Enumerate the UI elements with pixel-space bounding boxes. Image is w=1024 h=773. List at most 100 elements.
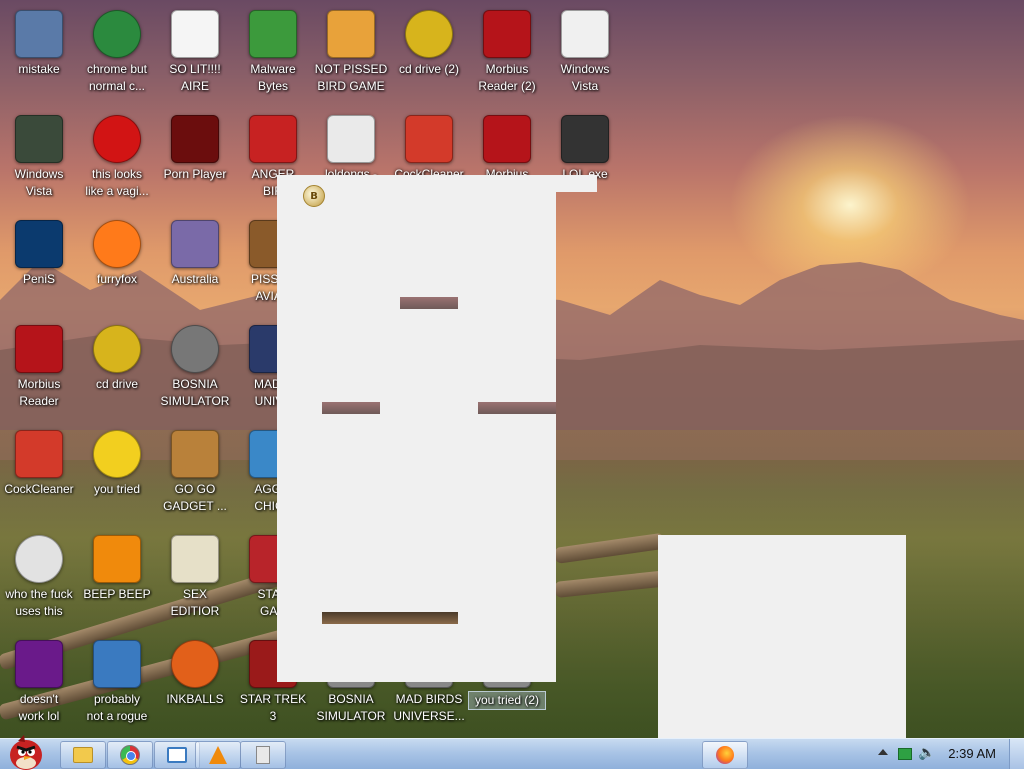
star-icon bbox=[93, 430, 141, 478]
blank-window-app-icon: B bbox=[303, 185, 325, 207]
desktop-icon[interactable]: BEEP BEEP bbox=[78, 531, 156, 631]
render-glitch-strip bbox=[478, 402, 556, 414]
pdf-icon bbox=[15, 325, 63, 373]
desktop-icon[interactable]: BOSNIA SIMULATOR bbox=[156, 321, 234, 421]
desktop-icon-label: PeniS bbox=[22, 272, 56, 286]
blank-popup-window[interactable] bbox=[658, 535, 906, 740]
chrome-icon bbox=[93, 10, 141, 58]
desktop-icon-label: Morbius Reader bbox=[17, 377, 61, 408]
desktop-icon[interactable]: PeniS bbox=[0, 216, 78, 316]
desktop-icon[interactable]: probably not a rogue bbox=[78, 636, 156, 736]
yahoo-messenger-icon bbox=[15, 640, 63, 688]
desktop-icon[interactable]: chrome but normal c... bbox=[78, 6, 156, 106]
desktop-icon[interactable]: this looks like a vagi... bbox=[78, 111, 156, 211]
desktop-icon-label: mistake bbox=[18, 62, 60, 76]
desktop-icon[interactable]: LOL.exe bbox=[546, 111, 624, 211]
desktop-icon[interactable]: NOT PISSED BIRD GAME bbox=[312, 6, 390, 106]
desktop-icon-label: Malware Bytes bbox=[250, 62, 296, 93]
chrome-icon bbox=[120, 745, 140, 765]
desktop-icon[interactable]: GO GO GADGET ... bbox=[156, 426, 234, 526]
desktop-icon-label: who the fuck uses this bbox=[5, 587, 73, 618]
cd-icon bbox=[93, 325, 141, 373]
desktop-icon[interactable]: Windows Vista bbox=[0, 111, 78, 211]
desktop-icon[interactable]: CockCleaner bbox=[0, 426, 78, 526]
ccleaner-icon bbox=[15, 430, 63, 478]
start-button[interactable] bbox=[2, 733, 50, 773]
ccleaner-icon bbox=[405, 115, 453, 163]
taskbar-switch-windows-button[interactable] bbox=[154, 741, 200, 769]
desktop-icon-label: Australia bbox=[171, 272, 219, 286]
vlc-cone-icon bbox=[209, 746, 227, 764]
render-glitch-strip bbox=[322, 402, 380, 414]
blank-document-icon bbox=[561, 10, 609, 58]
desktop-icon-label: cd drive (2) bbox=[398, 62, 460, 76]
taskbar-firefox-button[interactable] bbox=[702, 741, 748, 769]
desktop-icon[interactable]: Malware Bytes bbox=[234, 6, 312, 106]
network-icon[interactable] bbox=[898, 748, 912, 760]
taskbar-chrome-button[interactable] bbox=[107, 741, 153, 769]
desktop-icon[interactable]: doesn't work lol bbox=[0, 636, 78, 736]
desktop-icon-label: BEEP BEEP bbox=[83, 587, 151, 601]
render-glitch-strip bbox=[400, 297, 458, 309]
blank-window[interactable] bbox=[277, 175, 556, 682]
firefox-icon bbox=[93, 220, 141, 268]
angry-bird-icon bbox=[249, 115, 297, 163]
desktop-icon-label: you tried bbox=[93, 482, 141, 496]
desktop-icon[interactable]: Morbius Reader (2) bbox=[468, 6, 546, 106]
desktop-icon[interactable]: mistake bbox=[0, 6, 78, 106]
photoshop-icon bbox=[15, 220, 63, 268]
inkball-icon bbox=[171, 640, 219, 688]
desktop-icon[interactable]: cd drive (2) bbox=[390, 6, 468, 106]
green-pig-icon bbox=[327, 10, 375, 58]
desktop-icon-label: Windows Vista bbox=[560, 62, 610, 93]
desktop-icon-label: cd drive bbox=[95, 377, 139, 391]
desktop-icon-label: Porn Player bbox=[163, 167, 227, 181]
volume-icon[interactable]: 🔈 bbox=[918, 745, 935, 761]
minesweeper-icon bbox=[171, 325, 219, 373]
desktop-icon-label: SO LIT!!!! AIRE bbox=[169, 62, 221, 93]
cd-icon bbox=[405, 10, 453, 58]
shield-check-icon bbox=[249, 10, 297, 58]
solitaire-icon bbox=[171, 10, 219, 58]
briefcase-icon bbox=[171, 430, 219, 478]
blank-window-titlebar-fragment bbox=[556, 175, 597, 192]
clock[interactable]: 2:39 AM bbox=[948, 746, 996, 761]
desktop-icon-label: you tried (2) bbox=[468, 691, 546, 710]
text-document-icon bbox=[327, 115, 375, 163]
blank-window-app-badge: B bbox=[310, 190, 318, 202]
desktop-icon[interactable]: cd drive bbox=[78, 321, 156, 421]
recycle-bin-icon bbox=[15, 115, 63, 163]
desktop-icon[interactable]: SEX EDITIOR bbox=[156, 531, 234, 631]
show-hidden-icons-icon[interactable] bbox=[878, 749, 888, 755]
desktop-icon-label: this looks like a vagi... bbox=[85, 167, 149, 198]
desktop-icon[interactable]: Morbius Reader bbox=[0, 321, 78, 421]
executable-icon bbox=[561, 115, 609, 163]
desktop-icon[interactable]: INKBALLS bbox=[156, 636, 234, 736]
desktop-icon-label: MAD BIRDS UNIVERSE... bbox=[393, 692, 465, 723]
desktop-icon-label: doesn't work lol bbox=[18, 692, 60, 723]
network-setup-icon bbox=[15, 10, 63, 58]
desktop-icon-label: furryfox bbox=[96, 272, 137, 286]
taskbar-calculator-button[interactable] bbox=[240, 741, 286, 769]
pdf-icon bbox=[483, 115, 531, 163]
desktop-icon-label: Windows Vista bbox=[14, 167, 64, 198]
desktop-icon-label: probably not a rogue bbox=[86, 692, 148, 723]
angry-bird-start-icon bbox=[10, 735, 42, 770]
desktop-icon-label: Morbius Reader (2) bbox=[478, 62, 536, 93]
taskbar-vlc-button[interactable] bbox=[195, 741, 241, 769]
desktop-icon[interactable]: who the fuck uses this bbox=[0, 531, 78, 631]
taskbar-explorer-button[interactable] bbox=[60, 741, 106, 769]
desktop-icon[interactable]: SO LIT!!!! AIRE bbox=[156, 6, 234, 106]
vlc-cone-icon bbox=[93, 535, 141, 583]
desktop-icon[interactable]: Porn Player bbox=[156, 111, 234, 211]
desktop-icon[interactable]: Windows Vista bbox=[546, 6, 624, 106]
desktop-icon-label: BOSNIA SIMULATOR bbox=[160, 377, 230, 408]
system-tray: 🔈 2:39 AM bbox=[854, 739, 1024, 769]
calculator-icon bbox=[256, 746, 270, 764]
show-desktop-button[interactable] bbox=[1009, 739, 1024, 769]
desktop-icon-label: BOSNIA SIMULATOR bbox=[316, 692, 386, 723]
desktop-icon-label: chrome but normal c... bbox=[86, 62, 148, 93]
desktop-icon[interactable]: Australia bbox=[156, 216, 234, 316]
desktop-icon[interactable]: furryfox bbox=[78, 216, 156, 316]
desktop-icon[interactable]: you tried bbox=[78, 426, 156, 526]
